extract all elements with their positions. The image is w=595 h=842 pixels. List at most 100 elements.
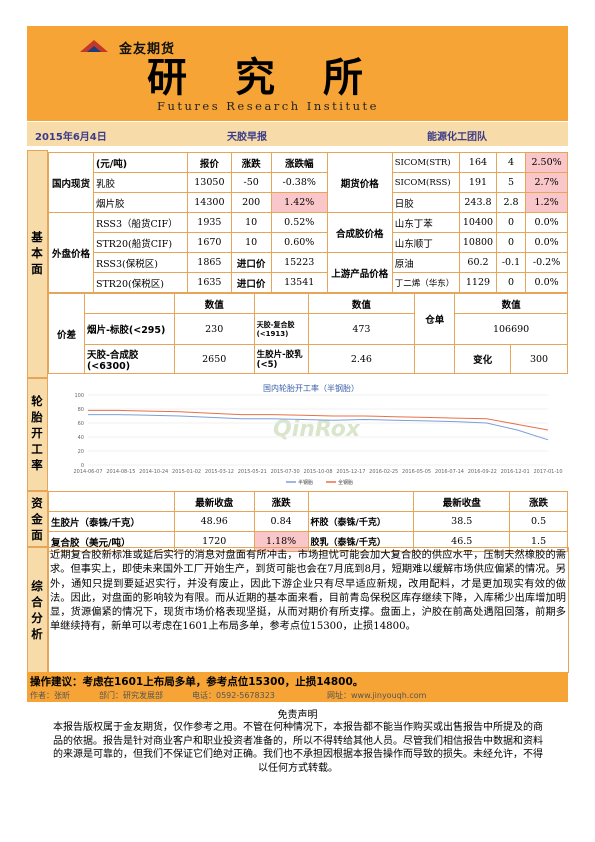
x-tick-label: 2015-03-12 [205,469,234,475]
legend-label: 半钢胎 [298,479,313,486]
chart-watermark: QinRox [273,417,361,442]
domestic-label: 国内现货 [48,152,94,213]
import-price: 13541 [270,272,328,293]
upstream-name: 原油 [391,252,461,273]
upstream-name: 丁二烯（华东） [391,272,461,293]
y-tick-label: 60 [78,421,84,427]
x-tick-label: 2015-12-17 [336,469,365,475]
basic-section-label: 基本面 [27,150,48,378]
futures-change: 2.8 [495,192,527,213]
advice-bar: 操作建议：考虑在1601上布局多单，参考点位15300，止损14800。 [27,672,568,689]
fund-value: 48.96 [173,511,255,532]
futures-name: SICOM(RSS) [391,172,461,193]
legend-label: 全钢胎 [338,479,353,486]
spread-name: 天胶-复合胶(<1913) [253,313,309,345]
warehouse-change: 300 [510,344,568,374]
spread-name: 烟片-标胶(<295) [83,313,175,345]
x-tick-label: 2017-01-10 [533,469,562,475]
x-tick-label: 2016-07-14 [435,469,464,475]
report-header: 金友期货 研究所 Futures Research Institute [27,26,568,121]
tire-chart: 国内轮胎开工率（半钢胎） QinRox 0 20 40 60 80 100 2014-06… [48,381,568,488]
spread-value: 2650 [173,344,255,374]
x-tick-label: 2015-01-02 [172,469,201,475]
report-name: 天胶早报 [227,132,267,143]
x-tick-label: 2015-10-08 [303,469,332,475]
spread-label: 价差 [48,293,85,374]
futures-pct: 2.7% [525,172,568,193]
report-team: 能源化工团队 [427,132,487,143]
import-price-label: 进口价 [230,272,272,293]
synthetic-name: 山东顺丁 [391,232,461,253]
company-logo-accent-icon [87,46,101,52]
import-price: 15223 [270,252,328,273]
author-bar: 作者：张昕 部门：研究发展部 电话：0592-5678323 网址：www.ji… [27,689,568,702]
basic-section-text: 基本面 [31,230,43,276]
institute-subtitle: Futures Research Institute [157,99,379,113]
x-tick-label: 2016-12-01 [501,469,530,475]
report-info-bar: 2015年6月4日 天胶早报 能源化工团队 [27,122,568,146]
spread-value: 2.46 [307,344,416,374]
fund-name: 杯胶（泰铢/千克） [307,511,415,532]
foreign-price: 1865 [186,252,232,273]
futures-price: 243.8 [459,192,497,213]
domestic-change: -50 [230,172,272,193]
foreign-label: 外盘价格 [48,212,94,293]
futures-change: 5 [495,172,527,193]
website-link[interactable]: 网址：www.jinyouqh.com [327,690,426,701]
warehouse-change-label: 变化 [454,344,512,374]
basic-table: 国内现货 (元/吨) 报价 涨跌 涨跌幅 期货价格 SICOM(STR) 164… [48,152,568,293]
foreign-price: 1935 [186,212,232,233]
spread-value: 230 [173,313,255,345]
phone: 电话：0592-5678323 [192,691,275,700]
warehouse-label: 仓单 [414,293,456,345]
synthetic-pct: 0.0% [525,232,568,253]
spread-name: 天胶-合成胶(<6300) [83,344,175,374]
futures-name: 日胶 [391,192,461,213]
foreign-change: 10 [230,212,272,233]
domestic-pct: -0.38% [270,172,328,193]
synthetic-label: 合成胶价格 [326,212,393,253]
upstream-change: -0.1 [495,252,527,273]
foreign-pct: 0.52% [270,212,328,233]
synthetic-change: 0 [495,232,527,253]
domestic-name: 乳胶 [92,172,188,193]
foreign-change: 10 [230,232,272,253]
value-header: 数值 [173,293,255,314]
change-header: 涨跌 [509,491,568,512]
disclaimer-text: 本报告版权属于金友期货，仅作参考之用。不管在何种情况下，本报告都不能当作购买或出… [53,722,543,774]
y-tick-label: 40 [78,435,84,441]
price-header: 报价 [186,152,232,173]
x-tick-label: 2014-10-24 [139,469,168,475]
synthetic-pct: 0.0% [525,212,568,233]
warehouse-value: 106690 [454,313,568,345]
futures-price: 164 [459,152,497,173]
import-price-label: 进口价 [230,252,272,273]
futures-price: 191 [459,172,497,193]
return-header: 最新收盘 [413,491,511,512]
report-date: 2015年6月4日 [35,132,107,143]
spread-name: 生胶片-胶乳(<5) [253,344,309,374]
value-header: 数值 [307,293,416,314]
fund-value: 38.5 [413,511,511,532]
institute-title: 研究所 [147,54,411,101]
futures-name: SICOM(STR) [391,152,461,173]
funds-section-text: 资金面 [31,496,43,542]
fund-change: 0.84 [253,511,309,532]
spread-table: 价差 数值 数值 仓单 数值 烟片-标胶(<295) 230 天胶-复合胶(<1… [48,293,568,374]
x-tick-label: 2014-06-07 [73,469,102,475]
fund-change: 0.5 [509,511,568,532]
domestic-price: 14300 [186,192,232,213]
disclaimer-title: 免责声明 [277,710,318,721]
analysis-section-label: 综合分析 [27,547,48,673]
x-tick-label: 2015-05-21 [238,469,267,475]
synthetic-name: 山东丁苯 [391,212,461,233]
domestic-name: 烟片胶 [92,192,188,213]
y-tick-label: 100 [74,393,84,399]
upstream-price: 60.2 [459,252,497,273]
x-tick-label: 2016-02-25 [369,469,398,475]
upstream-price: 1129 [459,272,497,293]
spread-value: 473 [307,313,416,345]
pct-header: 涨跌幅 [270,152,328,173]
foreign-name: RSS3（船货CIF） [92,212,188,233]
author: 作者：张昕 [30,691,70,700]
